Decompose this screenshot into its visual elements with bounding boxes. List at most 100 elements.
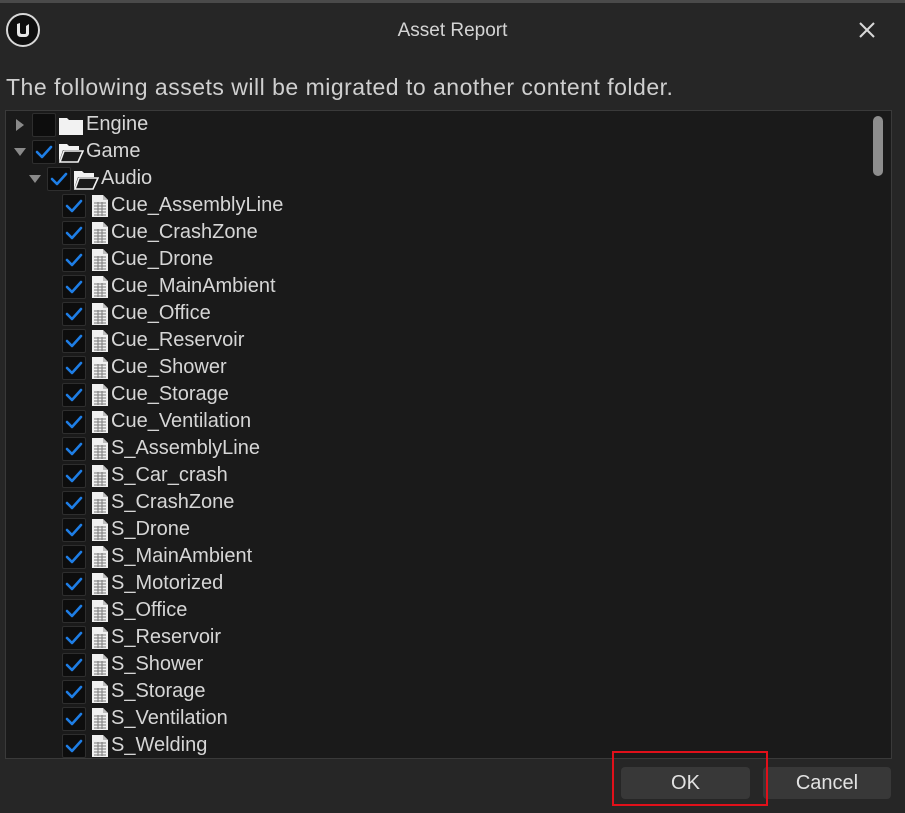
tree-item-label: Cue_MainAmbient [111, 275, 276, 297]
asset-file-icon [91, 437, 109, 461]
tree-item-label: Cue_CrashZone [111, 221, 258, 243]
asset-file-icon [91, 221, 109, 245]
migration-message: The following assets will be migrated to… [6, 74, 674, 100]
folder-open-icon [73, 168, 99, 190]
tree-item-label: S_Ventilation [111, 707, 228, 729]
asset-checkbox[interactable] [62, 274, 86, 299]
asset-checkbox[interactable] [62, 733, 86, 758]
tree-item-label: S_Office [111, 599, 188, 621]
tree-item-label: Audio [101, 167, 153, 189]
folder-icon [58, 114, 84, 136]
asset-tree[interactable]: Engine Game Audio Cue_AssemblyLine Cue_Crash… [5, 110, 892, 759]
tree-item-label: S_Shower [111, 653, 204, 675]
tree-file-row[interactable]: Cue_AssemblyLine [42, 192, 283, 219]
tree-item-label: Cue_Ventilation [111, 410, 252, 432]
tree-item-label: S_CrashZone [111, 491, 235, 513]
asset-checkbox[interactable] [62, 409, 86, 434]
title-bar: Asset Report [0, 3, 905, 61]
asset-checkbox[interactable] [62, 490, 86, 515]
tree-item-label: Game [86, 140, 141, 162]
cancel-button[interactable]: Cancel [763, 767, 891, 799]
asset-file-icon [91, 518, 109, 542]
tree-folder-row[interactable]: Audio [27, 165, 152, 192]
tree-item-label: Cue_Storage [111, 383, 229, 405]
tree-scrollbar[interactable] [870, 113, 886, 755]
tree-item-label: Cue_Shower [111, 356, 227, 378]
asset-checkbox[interactable] [62, 598, 86, 623]
expand-arrow-down-icon[interactable] [27, 165, 43, 192]
tree-item-label: S_Motorized [111, 572, 224, 594]
asset-file-icon [91, 734, 109, 758]
asset-checkbox[interactable] [62, 220, 86, 245]
tree-item-label: Cue_Office [111, 302, 211, 324]
tree-folder-row[interactable]: Game [12, 138, 140, 165]
tree-file-row[interactable]: Cue_Reservoir [42, 327, 244, 354]
asset-checkbox[interactable] [62, 382, 86, 407]
tree-file-row[interactable]: S_Storage [42, 678, 206, 705]
tree-file-row[interactable]: Cue_Storage [42, 381, 229, 408]
tree-item-label: Engine [86, 113, 149, 135]
asset-file-icon [91, 248, 109, 272]
asset-checkbox[interactable] [62, 652, 86, 677]
ok-button[interactable]: OK [621, 767, 750, 799]
tree-file-row[interactable]: S_Ventilation [42, 705, 228, 732]
asset-file-icon [91, 680, 109, 704]
asset-file-icon [91, 302, 109, 326]
tree-file-row[interactable]: Cue_Shower [42, 354, 227, 381]
asset-checkbox[interactable] [32, 139, 56, 164]
tree-file-row[interactable]: S_Welding [42, 732, 207, 758]
tree-file-row[interactable]: S_AssemblyLine [42, 435, 260, 462]
asset-checkbox[interactable] [32, 112, 56, 137]
asset-checkbox[interactable] [62, 571, 86, 596]
asset-checkbox[interactable] [62, 436, 86, 461]
tree-file-row[interactable]: S_Reservoir [42, 624, 221, 651]
tree-item-label: S_Car_crash [111, 464, 228, 486]
asset-checkbox[interactable] [62, 517, 86, 542]
tree-file-row[interactable]: S_Car_crash [42, 462, 228, 489]
tree-file-row[interactable]: Cue_CrashZone [42, 219, 258, 246]
asset-checkbox[interactable] [62, 544, 86, 569]
asset-file-icon [91, 599, 109, 623]
asset-checkbox[interactable] [62, 301, 86, 326]
tree-item-label: Cue_Reservoir [111, 329, 245, 351]
tree-item-label: Cue_Drone [111, 248, 214, 270]
asset-file-icon [91, 464, 109, 488]
asset-checkbox[interactable] [62, 463, 86, 488]
asset-checkbox[interactable] [62, 679, 86, 704]
tree-file-row[interactable]: Cue_Drone [42, 246, 213, 273]
tree-item-label: S_Reservoir [111, 626, 222, 648]
tree-file-row[interactable]: S_Shower [42, 651, 203, 678]
tree-file-row[interactable]: Cue_Office [42, 300, 211, 327]
tree-file-row[interactable]: S_Drone [42, 516, 190, 543]
close-icon[interactable] [852, 15, 882, 45]
scrollbar-thumb[interactable] [873, 116, 883, 176]
asset-checkbox[interactable] [62, 706, 86, 731]
tree-file-row[interactable]: S_Office [42, 597, 187, 624]
tree-file-row[interactable]: S_CrashZone [42, 489, 234, 516]
tree-folder-row[interactable]: Engine [12, 111, 148, 138]
tree-file-row[interactable]: Cue_Ventilation [42, 408, 251, 435]
asset-file-icon [91, 626, 109, 650]
expand-arrow-down-icon[interactable] [12, 138, 28, 165]
asset-checkbox[interactable] [62, 625, 86, 650]
asset-file-icon [91, 491, 109, 515]
window-title: Asset Report [397, 20, 508, 41]
asset-file-icon [91, 653, 109, 677]
asset-file-icon [91, 707, 109, 731]
asset-report-dialog: Asset Report The following assets will b… [0, 0, 905, 813]
asset-file-icon [91, 572, 109, 596]
tree-file-row[interactable]: S_MainAmbient [42, 543, 252, 570]
tree-item-label: S_Drone [111, 518, 190, 540]
asset-file-icon [91, 329, 109, 353]
tree-file-row[interactable]: S_Motorized [42, 570, 223, 597]
tree-item-label: S_AssemblyLine [111, 437, 260, 459]
asset-checkbox[interactable] [62, 247, 86, 272]
asset-checkbox[interactable] [62, 355, 86, 380]
asset-file-icon [91, 275, 109, 299]
tree-item-label: S_Storage [111, 680, 206, 702]
asset-checkbox[interactable] [47, 166, 71, 191]
expand-arrow-right-icon[interactable] [12, 111, 28, 138]
tree-file-row[interactable]: Cue_MainAmbient [42, 273, 276, 300]
asset-checkbox[interactable] [62, 328, 86, 353]
asset-checkbox[interactable] [62, 193, 86, 218]
